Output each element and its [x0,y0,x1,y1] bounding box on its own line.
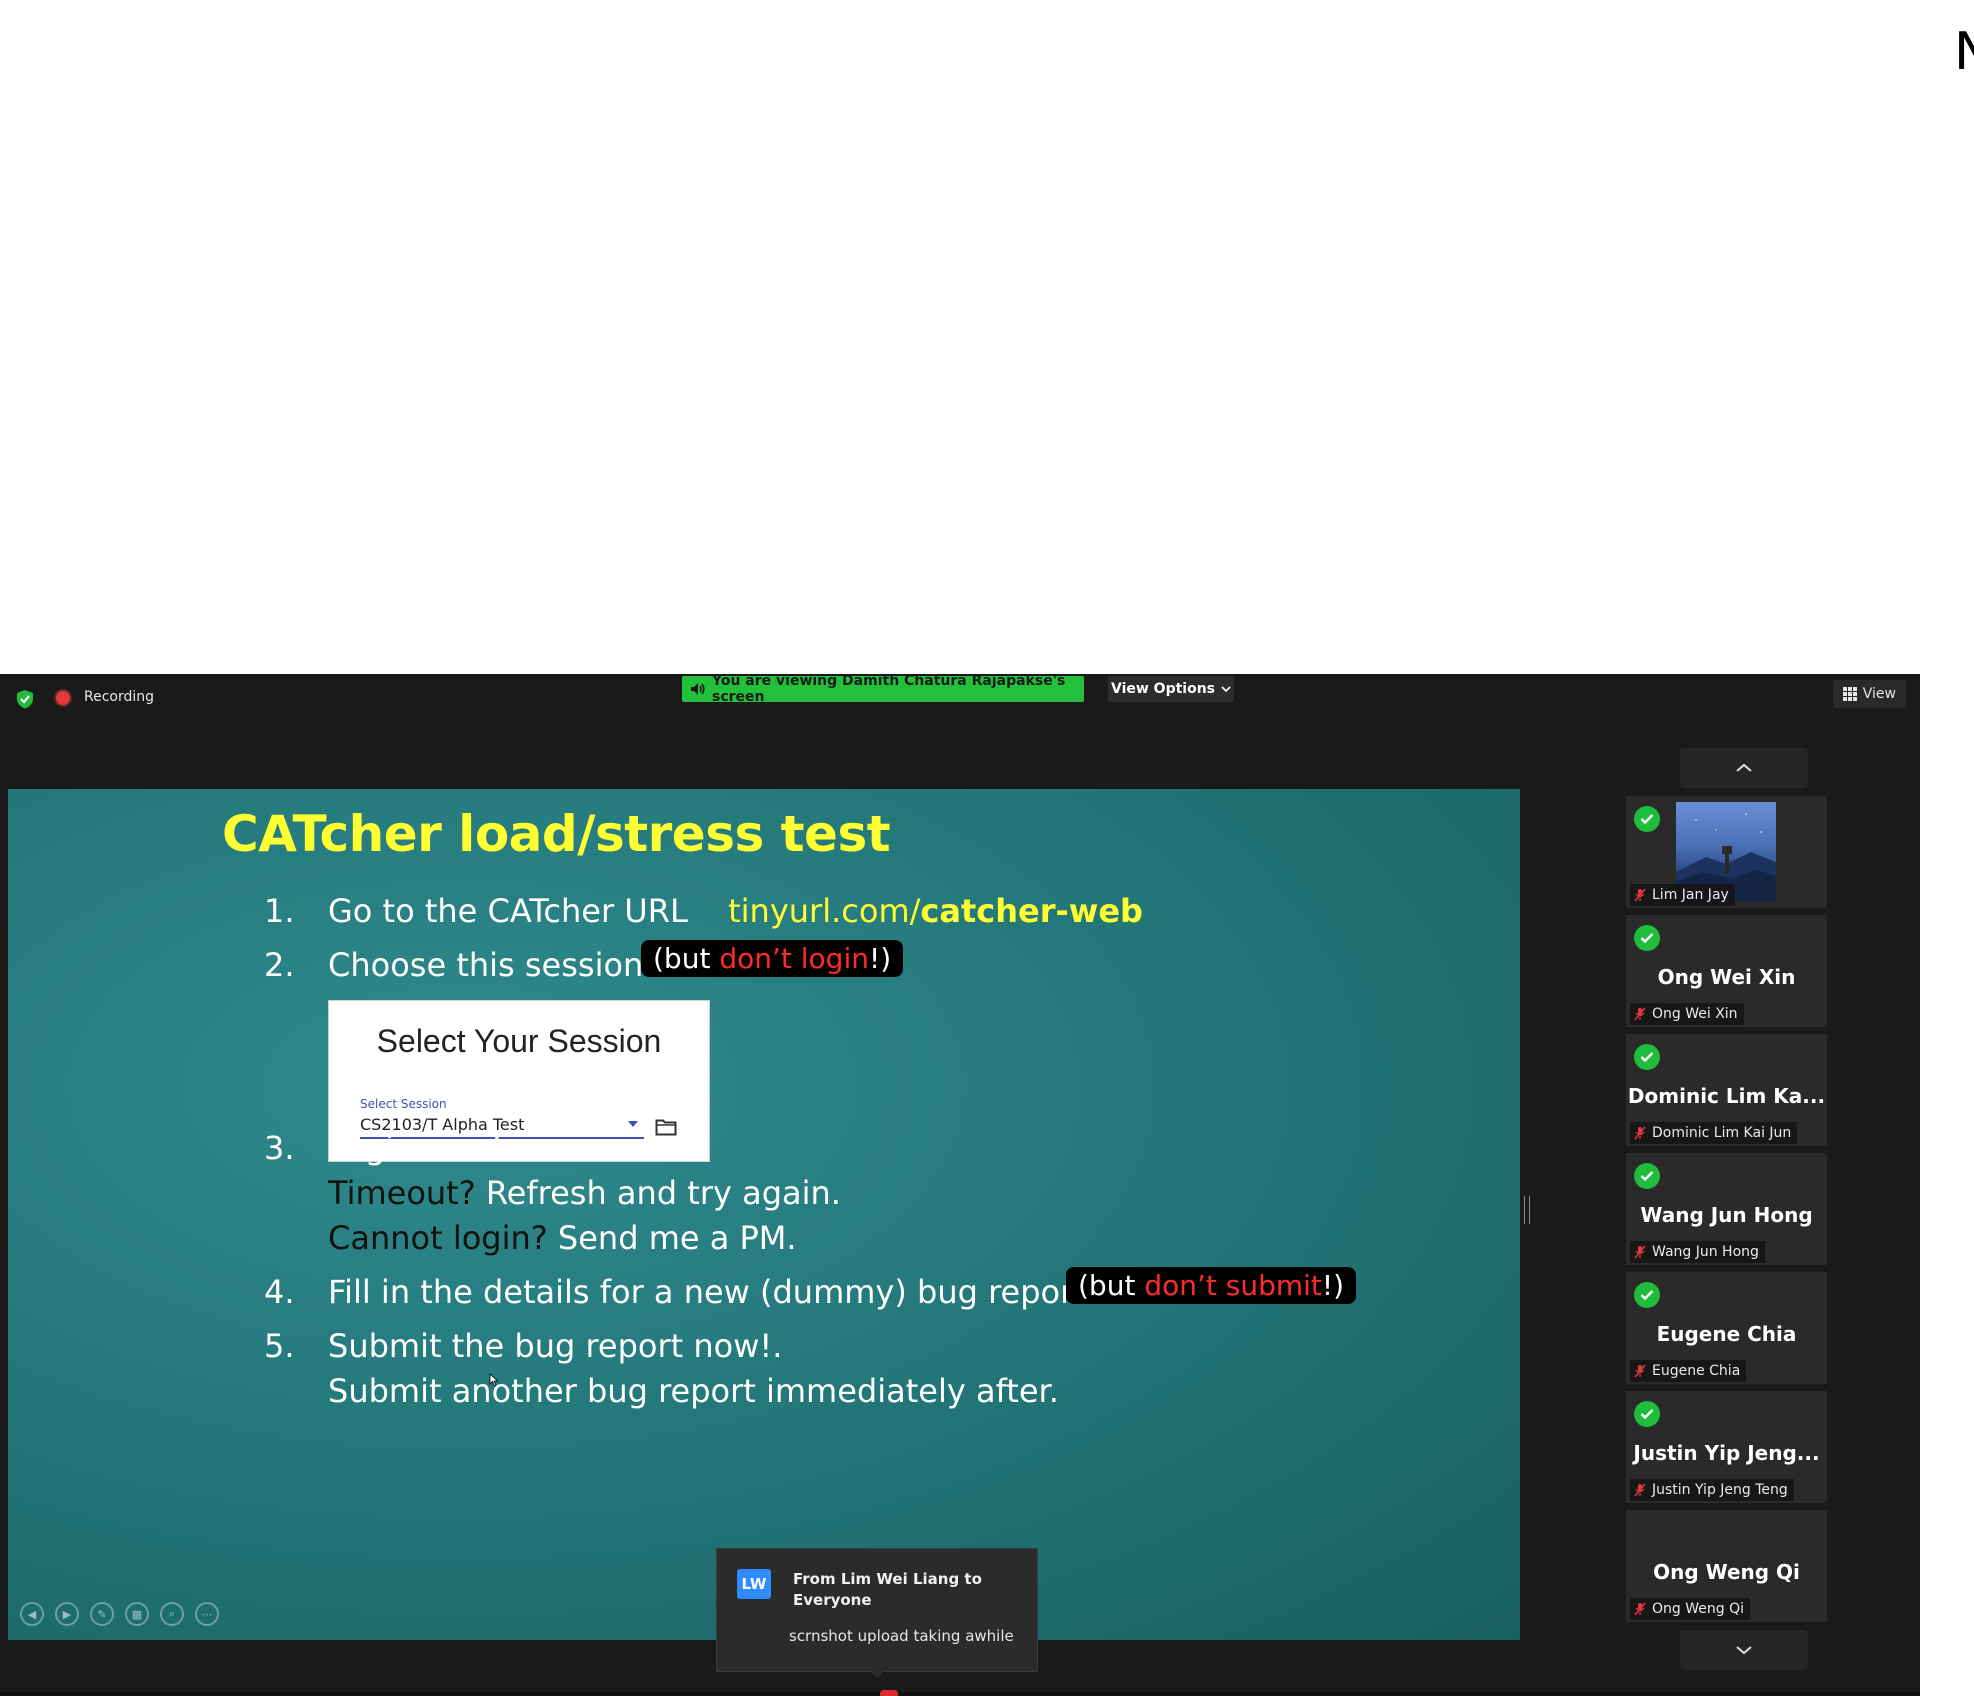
chevron-down-icon [1221,686,1231,693]
meeting-controls-strip [0,1692,1920,1696]
participant-display-name: Dominic Lim Ka... [1627,1084,1826,1108]
participant-name-label: Eugene Chia [1630,1360,1747,1382]
step-3-timeout-line: Timeout? Refresh and try again. [328,1174,841,1212]
participant-tile[interactable]: Ong Weng Qi Ong Weng Qi [1626,1510,1827,1622]
chat-avatar: LW [737,1569,771,1599]
slide-title: CATcher load/stress test [222,805,891,863]
muted-mic-icon [1634,1364,1646,1378]
participant-tile[interactable]: Ong Wei Xin Ong Wei Xin [1626,915,1827,1027]
step-5-text: Submit the bug report now!. [328,1327,783,1365]
session-card-title: Select Your Session [376,1023,662,1059]
step-3-text: Login now! [328,1129,504,1167]
previous-slide-icon[interactable]: ◀ [20,1602,44,1626]
share-indicator [880,1690,898,1696]
viewing-banner-text: You are viewing Damith Chatura Rajapakse… [712,673,1066,705]
speaker-icon [690,682,706,696]
step-number: 5. [264,1327,295,1365]
step-number: 3. [264,1129,295,1167]
step-4-text: Fill in the details for a new (dummy) bu… [328,1273,1096,1311]
recording-label[interactable]: Recording [84,689,154,705]
step-number: 4. [264,1273,295,1311]
chat-bubble-tail [869,1670,885,1678]
participant-display-name: Wang Jun Hong [1640,1203,1813,1227]
view-label: View [1862,686,1896,702]
step-number: 1. [264,892,295,930]
view-options-label: View Options [1110,681,1216,697]
muted-mic-icon [1634,1126,1646,1140]
participant-display-name: Eugene Chia [1656,1322,1797,1346]
slideshow-toolbar: ◀ ▶ ✎ ▦ ⌕ ⋯ [20,1602,219,1626]
security-shield-icon[interactable] [14,688,36,710]
participant-name-label: Lim Jan Jay [1630,884,1735,906]
muted-mic-icon [1634,888,1646,902]
participant-name-label: Ong Wei Xin [1630,1003,1744,1025]
chat-message: scrnshot upload taking awhile [789,1627,1014,1645]
muted-mic-icon [1634,1007,1646,1021]
muted-mic-icon [1634,1245,1646,1259]
step-1-label: Go to the CATcher URL [328,892,688,930]
chat-notification[interactable]: LW From Lim Wei Liang to Everyone scrnsh… [716,1548,1038,1678]
folder-icon[interactable] [655,1118,677,1136]
participant-tile[interactable]: Wang Jun Hong Wang Jun Hong [1626,1153,1827,1265]
step-2-text: Choose this session [328,946,644,984]
panel-resize-handle[interactable] [1524,1196,1530,1224]
participant-tile[interactable]: Eugene Chia Eugene Chia [1626,1272,1827,1384]
view-layout-button[interactable]: View [1832,680,1906,708]
step-number: 2. [264,946,295,984]
viewing-screen-banner: You are viewing Damith Chatura Rajapakse… [682,673,1084,705]
participant-name-label: Wang Jun Hong [1630,1241,1765,1263]
chat-sender: From Lim Wei Liang to Everyone [793,1570,982,1609]
dont-submit-callout: (but don’t submit!) [1066,1267,1357,1304]
grid-icon [1842,687,1857,701]
chevron-down-icon [1736,1646,1752,1655]
step-3-cannot-login-line: Cannot login? Send me a PM. [328,1219,797,1257]
step-5-second-line: Submit another bug report immediately af… [328,1372,1059,1410]
participant-tile[interactable]: Dominic Lim Ka... Dominic Lim Kai Jun [1626,1034,1827,1146]
recording-dot-icon [56,691,70,705]
verified-check-icon [1634,1401,1660,1427]
next-slide-icon[interactable]: ▶ [55,1602,79,1626]
participant-name-label: Ong Weng Qi [1630,1598,1750,1620]
verified-check-icon [1634,1044,1660,1070]
step-1-text: Go to the CATcher URL tinyurl.com/catche… [328,892,1143,930]
muted-mic-icon [1634,1483,1646,1497]
slides-grid-icon[interactable]: ▦ [125,1602,149,1626]
partial-letter: N [1954,22,1974,82]
verified-check-icon [1634,925,1660,951]
participant-tile[interactable]: Lim Jan Jay [1626,796,1827,908]
zoom-meeting-window: Recording You are viewing Damith Chatura… [0,673,1920,1696]
scroll-up-button[interactable] [1680,748,1808,788]
participant-name-label: Dominic Lim Kai Jun [1630,1122,1798,1144]
verified-check-icon [1634,1282,1660,1308]
verified-check-icon [1634,1163,1660,1189]
more-options-icon[interactable]: ⋯ [195,1602,219,1626]
dropdown-caret-icon [628,1121,638,1127]
participant-display-name: Justin Yip Jeng... [1633,1441,1820,1465]
zoom-icon[interactable]: ⌕ [160,1602,184,1626]
participant-tile[interactable]: Justin Yip Jeng... Justin Yip Jeng Teng [1626,1391,1827,1503]
verified-check-icon [1634,806,1660,832]
shared-screen-slide: CATcher load/stress test 1. Go to the CA… [8,789,1520,1640]
catcher-url-link[interactable]: tinyurl.com/catcher-web [728,892,1143,930]
participant-display-name: Ong Wei Xin [1657,965,1796,989]
participant-display-name: Ong Weng Qi [1653,1560,1800,1584]
view-options-button[interactable]: View Options [1108,676,1234,702]
mouse-cursor-icon [489,1373,499,1387]
muted-mic-icon [1634,1602,1646,1616]
pen-icon[interactable]: ✎ [90,1602,114,1626]
scroll-down-button[interactable] [1680,1630,1808,1670]
session-select-label: Select Session [360,1097,447,1111]
meeting-topbar: Recording You are viewing Damith Chatura… [0,673,1920,724]
chevron-up-icon [1736,763,1752,772]
participant-name-label: Justin Yip Jeng Teng [1630,1479,1794,1501]
dont-login-callout: (but don’t login!) [641,940,904,977]
